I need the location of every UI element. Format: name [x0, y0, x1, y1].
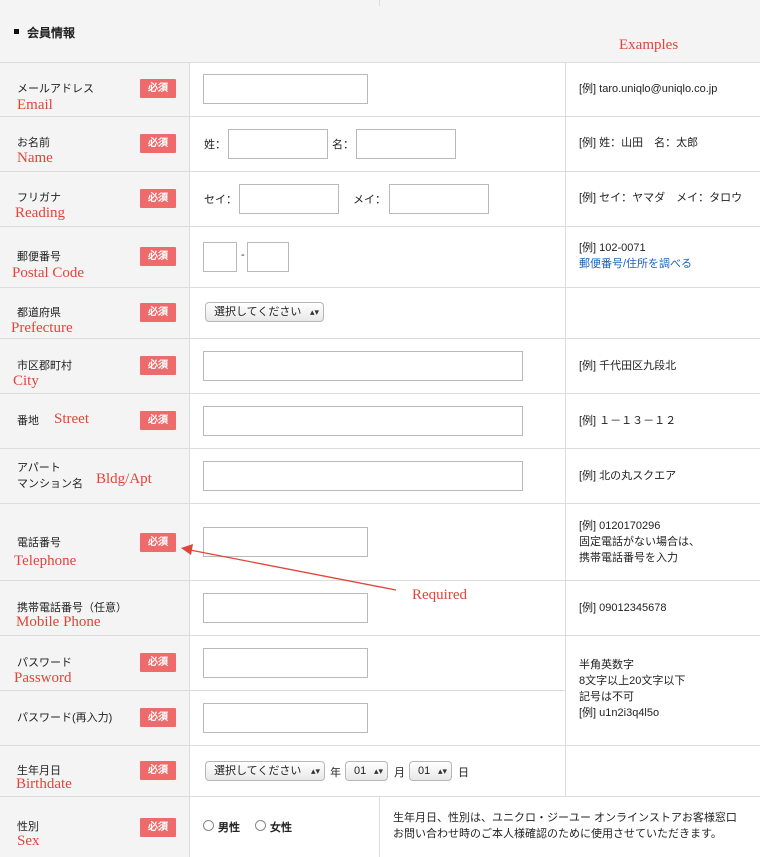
required-annotation: Required	[412, 587, 467, 603]
required-arrow-icon	[181, 544, 397, 591]
